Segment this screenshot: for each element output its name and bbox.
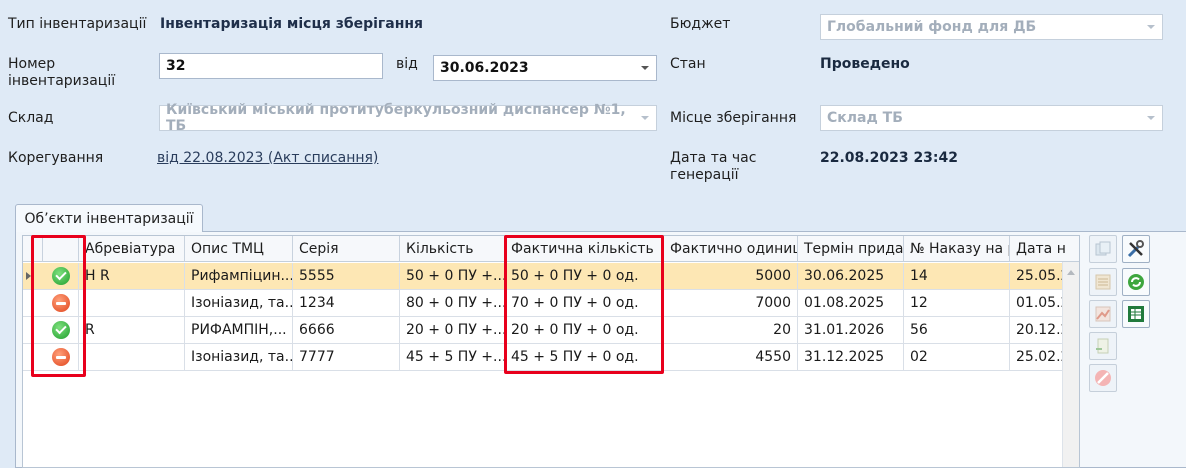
correction-link[interactable]: від 22.08.2023 (Акт списання) bbox=[157, 150, 378, 166]
chart-button[interactable] bbox=[1089, 300, 1117, 328]
cell-abbr[interactable]: R bbox=[79, 317, 185, 343]
cell-units[interactable]: 4550 bbox=[664, 344, 798, 370]
date-dropdown[interactable]: 30.06.2023 bbox=[433, 55, 657, 81]
list-button[interactable] bbox=[1089, 268, 1117, 296]
col-date[interactable]: Дата н bbox=[1010, 236, 1079, 262]
excel-icon bbox=[1128, 306, 1144, 322]
cell-term[interactable]: 30.06.2025 bbox=[798, 263, 904, 289]
budget-value: Глобальний фонд для ДБ bbox=[827, 19, 1037, 35]
col-units[interactable]: Фактично одиниц bbox=[664, 236, 798, 262]
storage-label: Місце зберігання bbox=[670, 110, 797, 126]
cell-series[interactable]: 5555 bbox=[293, 263, 400, 289]
list-icon bbox=[1095, 274, 1111, 290]
date-value: 30.06.2023 bbox=[440, 60, 529, 76]
col-abbr[interactable]: Абревіатура bbox=[79, 236, 185, 262]
cell-units[interactable]: 5000 bbox=[664, 263, 798, 289]
number-label: Номер інвентаризації bbox=[8, 56, 116, 89]
cell-order[interactable]: 14 bbox=[904, 263, 1010, 289]
cell-series[interactable]: 7777 bbox=[293, 344, 400, 370]
number-input-value: 32 bbox=[166, 58, 186, 74]
chevron-down-icon bbox=[641, 116, 649, 120]
chevron-down-icon bbox=[1147, 116, 1155, 120]
cell-abbr[interactable] bbox=[79, 344, 185, 370]
storage-dropdown[interactable]: Склад ТБ bbox=[820, 105, 1163, 131]
cell-desc[interactable]: Ізоніазид, та... bbox=[185, 344, 293, 370]
col-series[interactable]: Серія bbox=[293, 236, 400, 262]
col-term[interactable]: Термін прида bbox=[798, 236, 904, 262]
cell-term[interactable]: 31.12.2025 bbox=[798, 344, 904, 370]
scroll-up-icon[interactable] bbox=[1067, 270, 1075, 275]
cell-desc[interactable]: Ізоніазид, та... bbox=[185, 290, 293, 316]
cell-qty[interactable]: 50 + 0 ПУ +... bbox=[400, 263, 505, 289]
state-label: Стан bbox=[670, 56, 706, 72]
storage-value: Склад ТБ bbox=[827, 110, 903, 126]
cell-series[interactable]: 1234 bbox=[293, 290, 400, 316]
copy-button[interactable] bbox=[1089, 235, 1117, 263]
budget-label: Бюджет bbox=[670, 16, 731, 32]
from-label: від bbox=[396, 56, 418, 72]
warehouse-value: Київський міський протитуберкульозний ди… bbox=[166, 102, 626, 134]
cancel-icon bbox=[1095, 370, 1111, 386]
state-value: Проведено bbox=[820, 56, 910, 72]
cell-term[interactable]: 01.08.2025 bbox=[798, 290, 904, 316]
inv-type-value: Інвентаризація місця зберігання bbox=[160, 16, 424, 32]
number-input[interactable]: 32 bbox=[159, 53, 383, 79]
export-button[interactable] bbox=[1089, 332, 1117, 360]
fact-qty-highlight-box bbox=[504, 235, 664, 374]
export-icon bbox=[1096, 338, 1109, 354]
excel-button[interactable] bbox=[1122, 300, 1150, 328]
cell-qty[interactable]: 80 + 0 ПУ +... bbox=[400, 290, 505, 316]
cell-term[interactable]: 31.01.2026 bbox=[798, 317, 904, 343]
cell-qty[interactable]: 20 + 0 ПУ +... bbox=[400, 317, 505, 343]
cell-abbr[interactable]: H R bbox=[79, 263, 185, 289]
col-qty[interactable]: Кількість bbox=[400, 236, 505, 262]
gen-value: 22.08.2023 23:42 bbox=[820, 150, 959, 166]
tab-objects[interactable]: Об’єкти інвентаризації bbox=[15, 204, 203, 232]
col-desc[interactable]: Опис ТМЦ bbox=[185, 236, 293, 262]
tools-icon bbox=[1127, 240, 1144, 258]
status-highlight-box bbox=[31, 235, 86, 377]
cancel-button[interactable] bbox=[1089, 364, 1117, 392]
cell-qty[interactable]: 45 + 5 ПУ +... bbox=[400, 344, 505, 370]
cell-desc[interactable]: Рифампіцин... bbox=[185, 263, 293, 289]
refresh-button[interactable] bbox=[1122, 268, 1150, 296]
correction-label: Корегування bbox=[8, 150, 104, 166]
inv-type-label: Тип інвентаризації bbox=[8, 16, 147, 32]
cell-units[interactable]: 20 bbox=[664, 317, 798, 343]
chevron-down-icon bbox=[641, 66, 649, 70]
cell-order[interactable]: 02 bbox=[904, 344, 1010, 370]
refresh-icon bbox=[1128, 274, 1144, 290]
chart-icon bbox=[1095, 306, 1111, 322]
cell-desc[interactable]: РИФАМПІН,... bbox=[185, 317, 293, 343]
cell-series[interactable]: 6666 bbox=[293, 317, 400, 343]
gen-label: Дата та час генерації bbox=[670, 150, 757, 183]
cell-order[interactable]: 12 bbox=[904, 290, 1010, 316]
copy-icon bbox=[1095, 241, 1111, 256]
vertical-scrollbar[interactable] bbox=[1062, 262, 1079, 467]
cell-abbr[interactable] bbox=[79, 290, 185, 316]
warehouse-label: Склад bbox=[8, 110, 54, 126]
budget-dropdown[interactable]: Глобальний фонд для ДБ bbox=[820, 14, 1163, 40]
tools-button[interactable] bbox=[1122, 235, 1150, 263]
cell-order[interactable]: 56 bbox=[904, 317, 1010, 343]
warehouse-dropdown[interactable]: Київський міський протитуберкульозний ди… bbox=[159, 102, 657, 134]
chevron-down-icon bbox=[1147, 25, 1155, 29]
cell-units[interactable]: 7000 bbox=[664, 290, 798, 316]
col-order[interactable]: № Наказу на р bbox=[904, 236, 1010, 262]
